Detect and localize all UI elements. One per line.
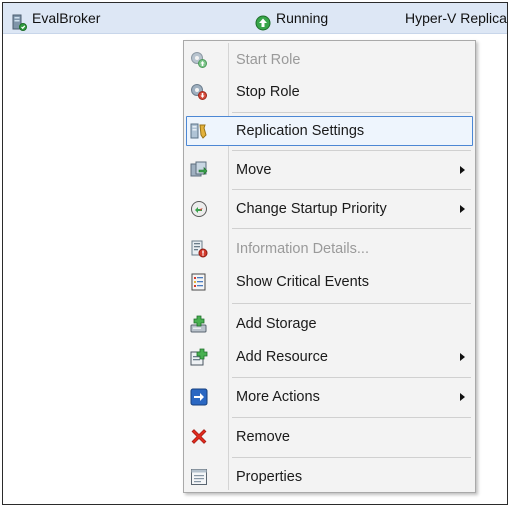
menu-separator [232, 303, 471, 304]
menu-item-label: Start Role [236, 52, 301, 68]
menu-item-more-actions[interactable]: More Actions [186, 382, 473, 412]
role-name: EvalBroker [32, 10, 101, 26]
menu-item-label: Add Storage [236, 316, 317, 332]
menu-item-remove[interactable]: Remove [186, 422, 473, 452]
menu-separator [232, 150, 471, 151]
menu-item-stop-role[interactable]: Stop Role [186, 77, 473, 107]
replication-settings-icon [190, 122, 208, 140]
menu-item-label: Stop Role [236, 84, 300, 100]
menu-item-label: Remove [236, 429, 290, 445]
menu-separator [232, 377, 471, 378]
start-role-icon [190, 51, 208, 69]
menu-item-add-resource[interactable]: Add Resource [186, 342, 473, 372]
submenu-arrow-icon [460, 166, 465, 174]
menu-item-change-startup-priority[interactable]: Change Startup Priority [186, 194, 473, 224]
stop-role-icon [190, 83, 208, 101]
menu-item-replication-settings[interactable]: Replication Settings [186, 116, 473, 146]
menu-separator [232, 417, 471, 418]
menu-item-label: Move [236, 162, 272, 178]
menu-item-label: Replication Settings [236, 123, 365, 139]
submenu-arrow-icon [460, 205, 465, 213]
role-row[interactable]: EvalBroker Running Hyper-V Replica [3, 3, 507, 34]
menu-separator [232, 189, 471, 190]
menu-separator [232, 228, 471, 229]
menu-item-start-role[interactable]: Start Role [186, 45, 473, 75]
menu-item-move[interactable]: Move [186, 155, 473, 185]
more-actions-icon [190, 388, 208, 406]
submenu-arrow-icon [460, 393, 465, 401]
remove-icon [190, 428, 208, 446]
submenu-arrow-icon [460, 353, 465, 361]
menu-item-label: More Actions [236, 389, 320, 405]
role-type: Hyper-V Replica [405, 10, 507, 26]
critical-events-icon [190, 273, 208, 291]
startup-priority-icon [190, 200, 208, 218]
information-details-icon [190, 240, 208, 258]
properties-icon [190, 468, 208, 486]
running-status-icon [255, 11, 271, 31]
menu-item-label: Show Critical Events [236, 274, 369, 290]
menu-item-label: Add Resource [236, 349, 328, 365]
add-resource-icon [190, 348, 208, 366]
menu-separator [232, 112, 471, 113]
context-menu: Start Role Stop Role Replication Setting… [183, 40, 476, 493]
menu-item-show-critical-events[interactable]: Show Critical Events [186, 267, 473, 297]
menu-item-label: Change Startup Priority [236, 201, 387, 217]
virtual-machine-role-icon [11, 11, 27, 31]
menu-item-information-details[interactable]: Information Details... [186, 234, 473, 264]
menu-item-properties[interactable]: Properties [186, 462, 473, 492]
menu-item-label: Information Details... [236, 241, 369, 257]
add-storage-icon [190, 315, 208, 333]
role-status-cell: Running [255, 3, 328, 33]
menu-item-add-storage[interactable]: Add Storage [186, 309, 473, 339]
menu-item-label: Properties [236, 469, 303, 485]
role-type-cell: Hyper-V Replica [405, 3, 507, 33]
role-status: Running [276, 10, 329, 26]
role-name-cell[interactable]: EvalBroker [11, 3, 100, 33]
move-icon [190, 161, 208, 179]
menu-separator [232, 457, 471, 458]
